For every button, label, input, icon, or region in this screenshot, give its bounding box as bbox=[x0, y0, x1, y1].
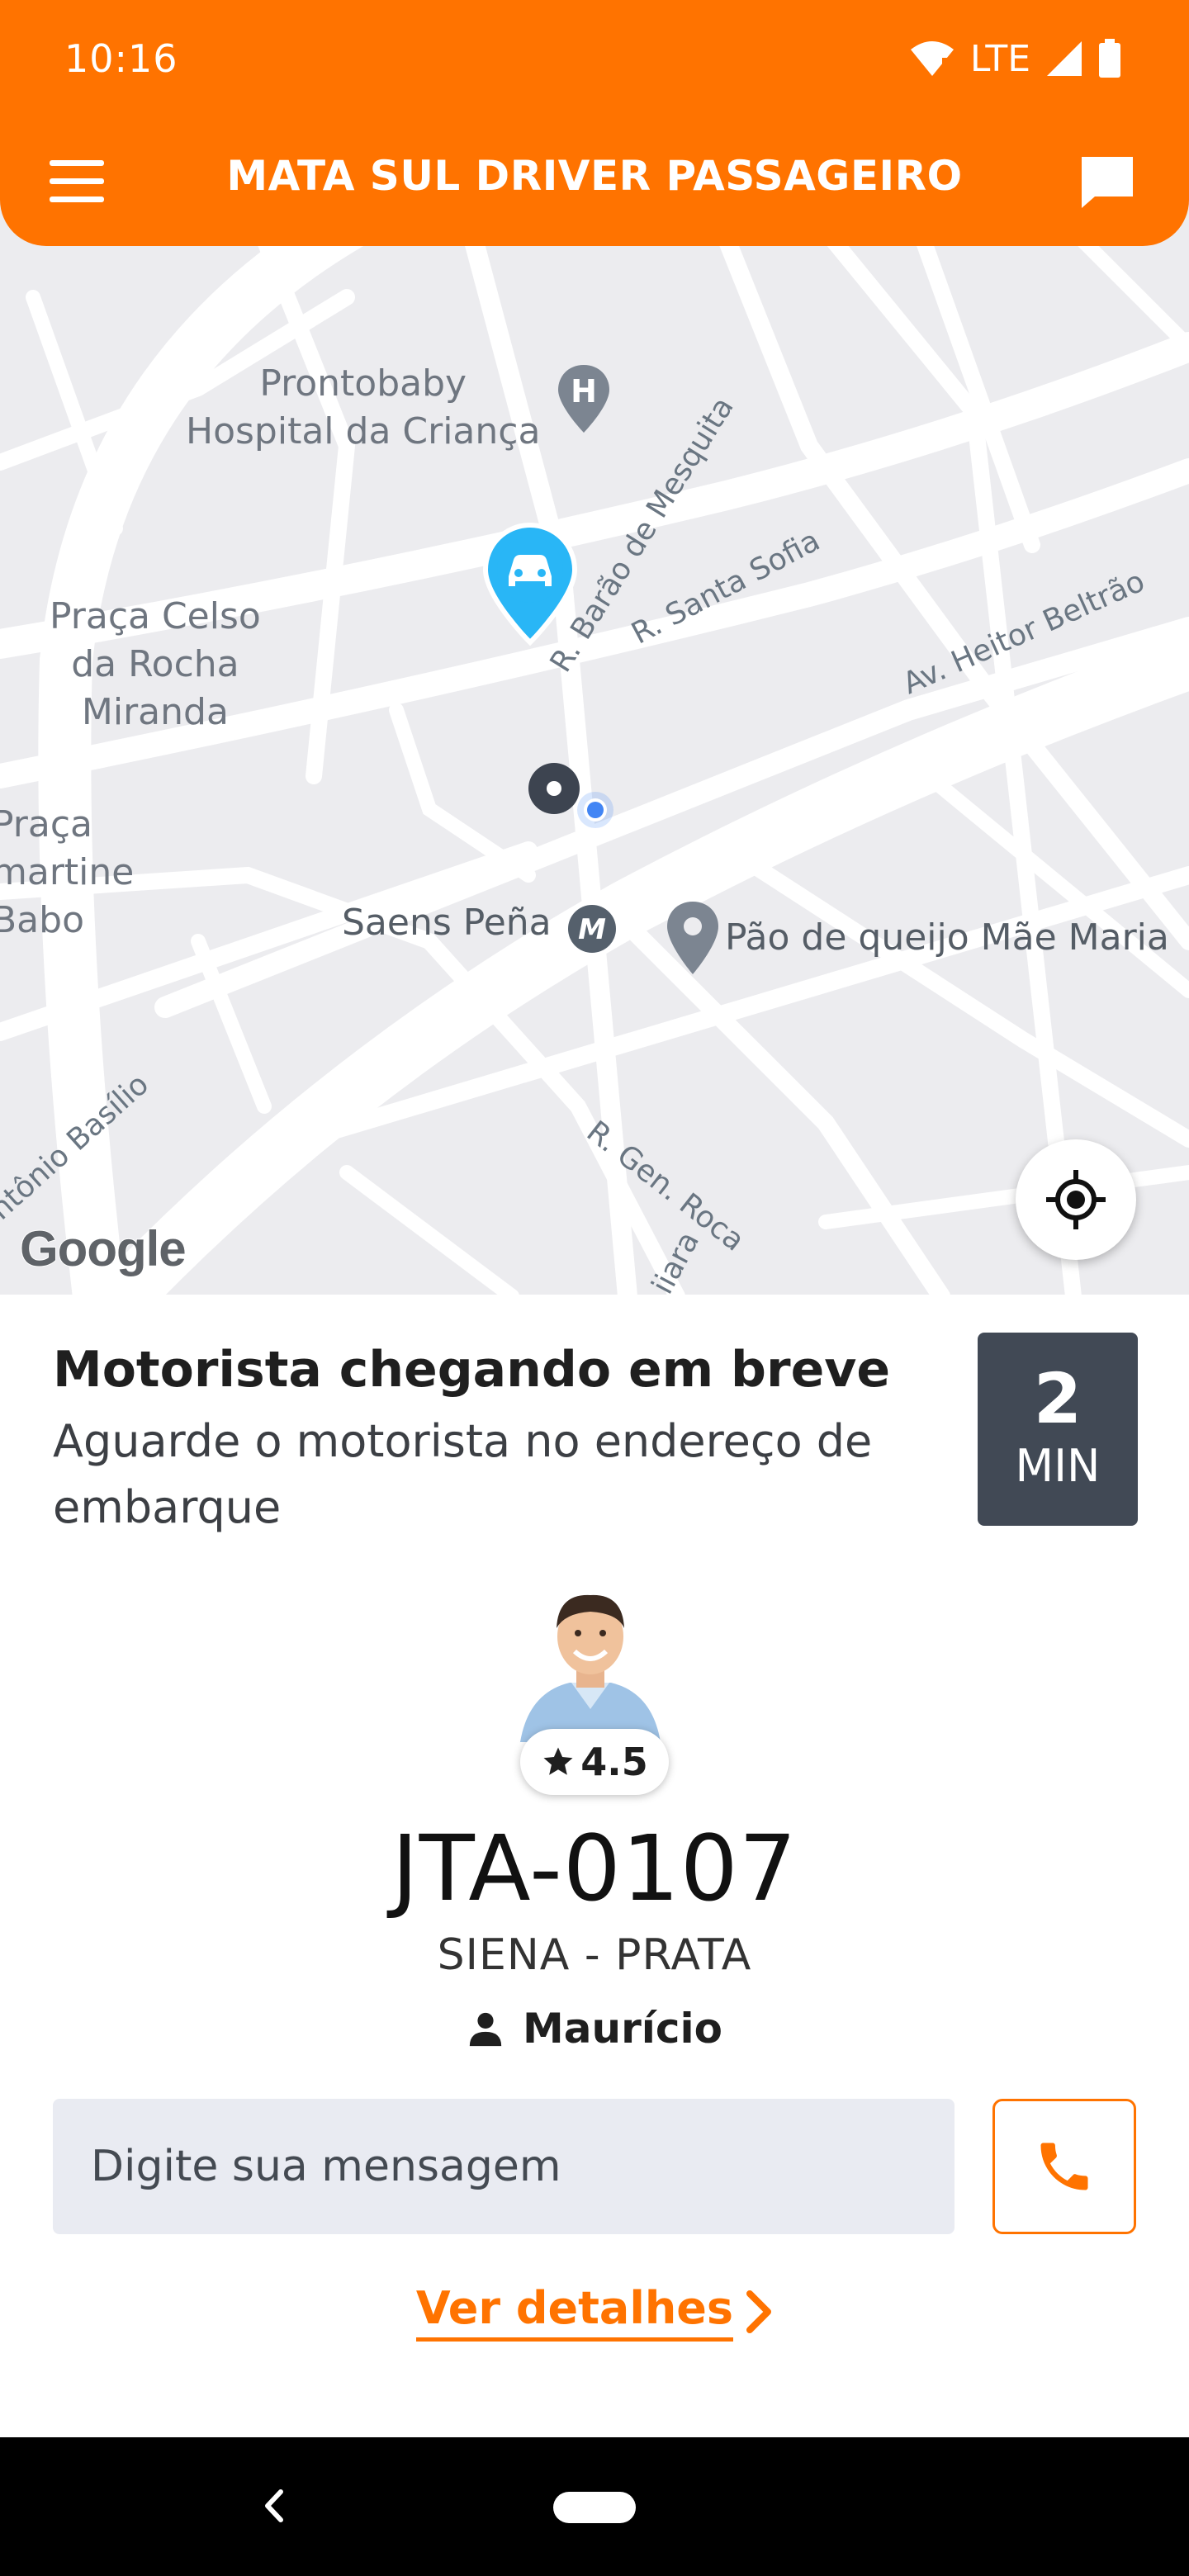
chevron-right-icon bbox=[746, 2290, 772, 2333]
driver-rating-value: 4.5 bbox=[580, 1740, 648, 1784]
trip-status-sheet: Motorista chegando em breve Aguarde o mo… bbox=[0, 1295, 1189, 2437]
home-pill-button[interactable] bbox=[553, 2492, 636, 2523]
app-header: 10:16 LTE MATA SUL DRIVER PASSAGEIRO bbox=[0, 0, 1189, 246]
app-title: MATA SUL DRIVER PASSAGEIRO bbox=[226, 152, 963, 200]
person-icon bbox=[469, 2012, 502, 2047]
system-navigation-bar bbox=[0, 2437, 1189, 2576]
driver-photo-illustration bbox=[520, 1594, 661, 1742]
call-driver-button[interactable] bbox=[992, 2099, 1136, 2234]
hospital-name-line1: Prontobaby bbox=[259, 362, 467, 405]
chat-bubble-icon bbox=[1082, 157, 1133, 208]
place-pin-icon bbox=[667, 902, 718, 974]
eta-unit: MIN bbox=[1015, 1440, 1101, 1492]
metro-icon: M bbox=[568, 905, 616, 953]
google-attribution: Google bbox=[19, 1220, 187, 1277]
metro-station-label: Saens Peña bbox=[342, 902, 552, 944]
status-time: 10:16 bbox=[64, 36, 178, 81]
driver-rating-badge: 4.5 bbox=[520, 1729, 669, 1795]
user-location-dot-icon bbox=[577, 792, 613, 828]
pao-de-queijo-label: Pão de queijo Mãe Maria bbox=[725, 916, 1169, 959]
praca-lamartine-line2: martine bbox=[0, 851, 135, 893]
driver-name: Maurício bbox=[522, 2005, 723, 2053]
trip-status-subtitle: Aguarde o motorista no endereço de embar… bbox=[53, 1415, 873, 1533]
phone-icon bbox=[1040, 2143, 1088, 2190]
driver-avatar bbox=[504, 1585, 677, 1742]
driver-name-row: Maurício bbox=[0, 2005, 1189, 2053]
praca-celso-label: Praça Celso da Rocha Miranda bbox=[50, 593, 261, 736]
chat-icon[interactable] bbox=[1078, 154, 1136, 211]
svg-text:H: H bbox=[571, 373, 597, 410]
wifi-icon bbox=[910, 41, 954, 76]
map-view[interactable]: Prontobaby Hospital da Criança H Praça C… bbox=[0, 198, 1189, 1296]
pickup-marker-icon bbox=[528, 763, 580, 814]
status-bar: 10:16 LTE bbox=[0, 0, 1189, 121]
praca-celso-line1: Praça Celso bbox=[50, 595, 261, 637]
view-details-label: Ver detalhes bbox=[415, 2282, 734, 2342]
hospital-label: Prontobaby Hospital da Criança bbox=[186, 360, 540, 456]
signal-icon bbox=[1047, 41, 1082, 76]
trip-status-title: Motorista chegando em breve bbox=[53, 1341, 891, 1399]
svg-text:M: M bbox=[578, 913, 606, 946]
status-icons: LTE bbox=[909, 36, 1121, 81]
battery-icon bbox=[1099, 39, 1120, 78]
toolbar: MATA SUL DRIVER PASSAGEIRO bbox=[0, 140, 1189, 223]
vehicle-plate: JTA-0107 bbox=[391, 1816, 798, 1921]
praca-lamartine-line1: Praça bbox=[0, 803, 92, 845]
crosshair-icon bbox=[1046, 1170, 1106, 1229]
eta-value: 2 bbox=[1033, 1358, 1082, 1439]
praca-lamartine-label: Praça martine Babo bbox=[0, 801, 134, 945]
eta-badge: 2 MIN bbox=[978, 1333, 1138, 1526]
praca-celso-line3: Miranda bbox=[81, 691, 229, 733]
hamburger-menu-icon[interactable] bbox=[50, 157, 107, 206]
back-icon[interactable] bbox=[248, 2477, 297, 2535]
vehicle-model: SIENA - PRATA bbox=[437, 1930, 752, 1980]
message-input[interactable] bbox=[53, 2099, 955, 2234]
view-details-link[interactable]: Ver detalhes bbox=[0, 2282, 1189, 2342]
praca-lamartine-line3: Babo bbox=[0, 899, 84, 941]
praca-celso-line2: da Rocha bbox=[71, 643, 239, 685]
network-type-label: LTE bbox=[969, 37, 1030, 80]
my-location-button[interactable] bbox=[1016, 1139, 1136, 1260]
hospital-name-line2: Hospital da Criança bbox=[186, 410, 541, 452]
driver-car-pin-icon bbox=[482, 522, 578, 646]
hospital-pin-icon: H bbox=[558, 365, 609, 433]
star-icon bbox=[543, 1747, 573, 1775]
